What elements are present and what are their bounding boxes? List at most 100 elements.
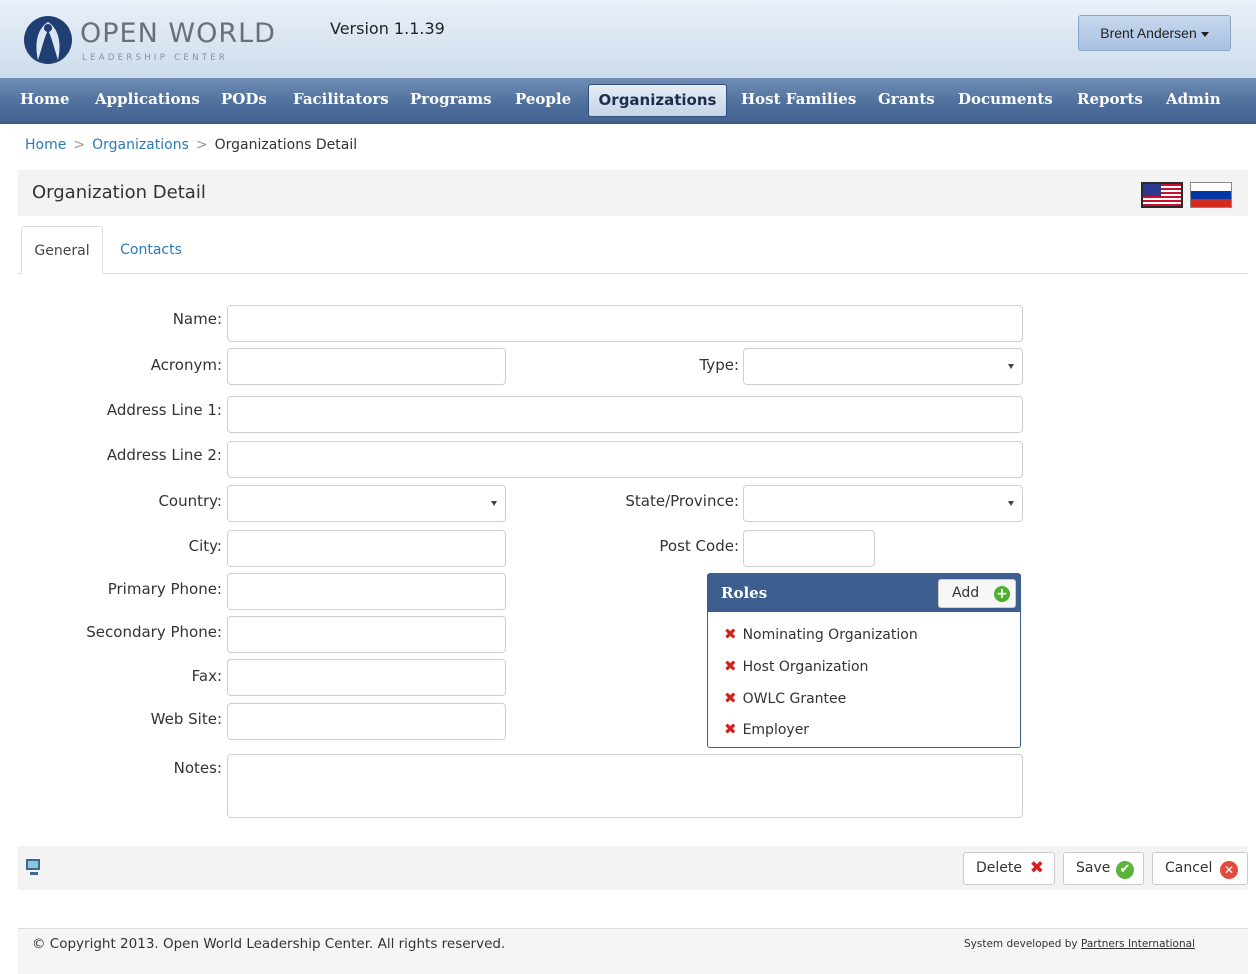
user-menu-button[interactable]: Brent Andersen <box>1078 15 1231 51</box>
remove-icon[interactable]: ✖ <box>724 657 737 675</box>
app-header: OPEN WORLD LEADERSHIP CENTER Version 1.1… <box>0 0 1256 78</box>
nav-item-documents[interactable]: Documents <box>958 90 1053 108</box>
plus-icon: + <box>994 586 1010 602</box>
nav-item-facilitators[interactable]: Facilitators <box>293 90 389 108</box>
caret-down-icon <box>491 501 497 506</box>
developer-credit: System developed by Partners Internation… <box>964 938 1195 950</box>
fax-input[interactable] <box>227 659 506 696</box>
name-input[interactable] <box>227 305 1023 342</box>
tab-general[interactable]: General <box>21 226 103 274</box>
notes-textarea[interactable] <box>227 754 1023 818</box>
logo-emblem-icon <box>24 16 72 64</box>
breadcrumb-home[interactable]: Home <box>25 137 66 153</box>
us-flag-icon[interactable] <box>1141 182 1183 208</box>
breadcrumb-separator: > <box>195 137 208 153</box>
logo-subtitle: LEADERSHIP CENTER <box>82 53 229 63</box>
breadcrumb-current: Organizations Detail <box>214 137 358 153</box>
nav-item-pods[interactable]: PODs <box>221 90 267 108</box>
nav-item-organizations[interactable]: Organizations <box>588 84 727 117</box>
remove-icon[interactable]: ✖ <box>724 625 737 643</box>
website-label: Web Site: <box>150 710 222 728</box>
check-icon: ✔ <box>1116 861 1134 879</box>
caret-down-icon <box>1200 31 1209 37</box>
save-label: Save <box>1076 860 1111 876</box>
action-bar: Delete ✖ Save ✔ Cancel ✕ <box>18 846 1248 890</box>
fax-label: Fax: <box>191 667 222 685</box>
roles-title: Roles <box>721 584 768 602</box>
website-input[interactable] <box>227 703 506 740</box>
role-item: ✖ OWLC Grantee <box>724 689 846 707</box>
country-label: Country: <box>158 492 222 510</box>
nav-item-admin[interactable]: Admin <box>1166 90 1221 108</box>
breadcrumb-organizations[interactable]: Organizations <box>92 137 189 153</box>
remove-icon[interactable]: ✖ <box>724 720 737 738</box>
address2-input[interactable] <box>227 441 1023 478</box>
version-label: Version 1.1.39 <box>330 19 445 38</box>
role-label: OWLC Grantee <box>742 691 847 707</box>
logo[interactable]: OPEN WORLD LEADERSHIP CENTER <box>22 12 282 72</box>
name-label: Name: <box>172 310 222 328</box>
country-select[interactable] <box>227 485 506 522</box>
postcode-label: Post Code: <box>659 537 739 555</box>
monitor-icon[interactable] <box>26 859 40 875</box>
logo-text: OPEN WORLD <box>80 18 276 49</box>
role-label: Nominating Organization <box>742 627 918 643</box>
nav-item-host-families[interactable]: Host Families <box>741 90 856 108</box>
acronym-label: Acronym: <box>150 356 222 374</box>
address2-label: Address Line 2: <box>106 446 222 464</box>
copyright-text: © Copyright 2013. Open World Leadership … <box>32 936 506 952</box>
partners-international-link[interactable]: Partners International <box>1081 938 1195 950</box>
delete-icon: ✖ <box>1029 858 1044 878</box>
footer: © Copyright 2013. Open World Leadership … <box>18 928 1248 974</box>
secondary-phone-input[interactable] <box>227 616 506 653</box>
add-role-label: Add <box>952 585 980 601</box>
page-title-bar: Organization Detail <box>18 170 1248 216</box>
address1-input[interactable] <box>227 396 1023 433</box>
nav-item-reports[interactable]: Reports <box>1077 90 1143 108</box>
role-label: Employer <box>742 722 810 738</box>
add-role-button[interactable]: Add + <box>938 579 1016 608</box>
postcode-input[interactable] <box>743 530 875 567</box>
type-label: Type: <box>699 356 739 374</box>
delete-button[interactable]: Delete ✖ <box>963 852 1055 885</box>
primary-phone-input[interactable] <box>227 573 506 610</box>
nav-item-grants[interactable]: Grants <box>878 90 935 108</box>
cancel-icon: ✕ <box>1220 861 1238 879</box>
remove-icon[interactable]: ✖ <box>724 689 737 707</box>
state-select[interactable] <box>743 485 1023 522</box>
city-label: City: <box>188 537 222 555</box>
primary-phone-label: Primary Phone: <box>107 580 222 598</box>
caret-down-icon <box>1008 364 1014 369</box>
role-label: Host Organization <box>742 659 869 675</box>
page-title: Organization Detail <box>32 182 206 203</box>
detail-tabs: General Contacts <box>18 226 1248 274</box>
breadcrumb-separator: > <box>73 137 86 153</box>
delete-label: Delete <box>976 860 1022 876</box>
address1-label: Address Line 1: <box>106 401 222 419</box>
nav-item-people[interactable]: People <box>515 90 571 108</box>
breadcrumb: Home > Organizations > Organizations Detail <box>25 137 357 153</box>
tab-contacts[interactable]: Contacts <box>110 226 192 274</box>
roles-panel: Roles Add + ✖ Nominating Organization ✖ Ho… <box>707 573 1021 748</box>
save-button[interactable]: Save ✔ <box>1063 852 1144 885</box>
acronym-input[interactable] <box>227 348 506 385</box>
developer-prefix: System developed by <box>964 938 1078 950</box>
ru-flag-icon[interactable] <box>1190 182 1232 208</box>
notes-label: Notes: <box>173 759 222 777</box>
role-item: ✖ Host Organization <box>724 657 868 675</box>
state-label: State/Province: <box>625 492 739 510</box>
user-name: Brent Andersen <box>1100 25 1197 41</box>
nav-item-home[interactable]: Home <box>20 90 70 108</box>
nav-item-programs[interactable]: Programs <box>410 90 492 108</box>
secondary-phone-label: Secondary Phone: <box>86 623 222 641</box>
cancel-label: Cancel <box>1165 860 1213 876</box>
nav-item-applications[interactable]: Applications <box>95 90 200 108</box>
roles-header: Roles Add + <box>708 574 1020 612</box>
type-select[interactable] <box>743 348 1023 385</box>
cancel-button[interactable]: Cancel ✕ <box>1152 852 1248 885</box>
role-item: ✖ Employer <box>724 720 809 738</box>
caret-down-icon <box>1008 501 1014 506</box>
main-nav: Home Applications PODs Facilitators Prog… <box>0 78 1256 124</box>
city-input[interactable] <box>227 530 506 567</box>
role-item: ✖ Nominating Organization <box>724 625 918 643</box>
